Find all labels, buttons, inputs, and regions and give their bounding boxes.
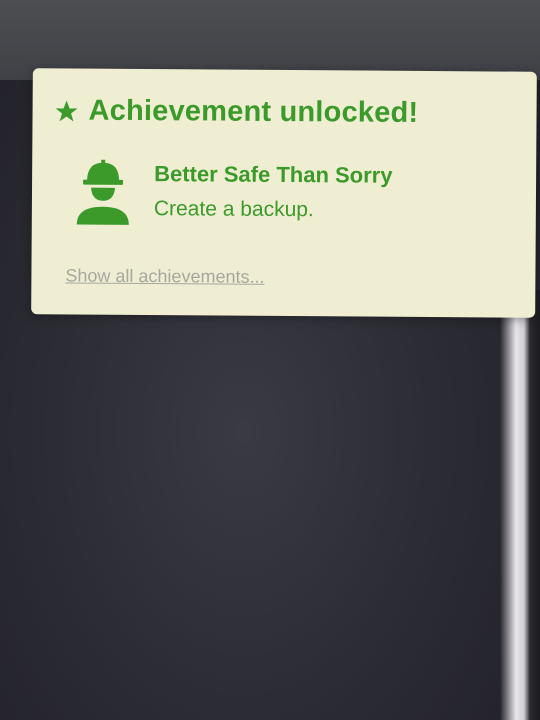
toast-title: Achievement unlocked!	[88, 94, 419, 129]
achievement-name: Better Safe Than Sorry	[154, 161, 393, 188]
worker-helmet-icon	[74, 157, 132, 227]
show-all-achievements-link[interactable]: Show all achievements...	[65, 265, 264, 287]
achievement-description: Create a backup.	[153, 197, 314, 222]
toast-header: Achievement unlocked!	[54, 94, 418, 130]
screen-edge	[500, 290, 540, 720]
achievement-toast: Achievement unlocked! Better Safe Than S…	[31, 68, 537, 318]
star-icon	[54, 99, 78, 123]
